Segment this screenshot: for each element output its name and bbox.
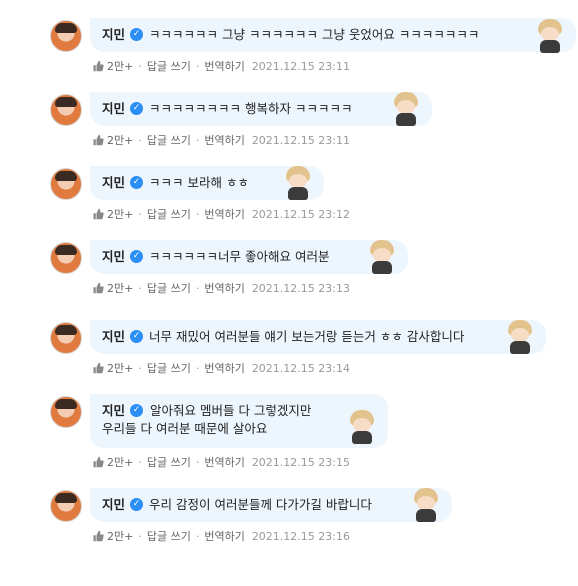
avatar[interactable] [50,242,82,274]
timestamp: 2021.12.15 23:12 [251,207,350,221]
translate-link[interactable]: 번역하기 [204,454,244,470]
comment-bubble: 지민 ✓ ㅋㅋㅋㅋㅋㅋ 그냥 ㅋㅋㅋㅋㅋㅋ 그냥 웃었어요 ㅋㅋㅋㅋㅋㅋㅋ [90,18,576,53]
chibi-sticker [390,92,422,126]
translate-link[interactable]: 번역하기 [204,528,244,544]
verified-check-icon: ✓ [130,28,144,41]
comment-bubble: 지민 ✓ 알아줘요 멤버들 다 그렇겠지만 우리들 다 여러분 때문에 살아요 [90,394,388,448]
author-name[interactable]: 지민 [102,174,125,192]
reply-link[interactable]: 답글 쓰기 [147,58,191,74]
comment-bubble: 지민 ✓ ㅋㅋㅋㅋㅋㅋ너무 좋아해요 여러분 [90,240,408,274]
chibi-sticker [346,410,378,444]
author-name[interactable]: 지민 [102,100,125,118]
avatar[interactable] [50,490,82,522]
comment-meta: 2만+ · 답글 쓰기 · 번역하기 2021.12.15 23:14 [92,360,350,376]
author-name[interactable]: 지민 [102,328,125,346]
timestamp: 2021.12.15 23:14 [251,361,350,375]
comment-bubble: 지민 ✓ 우리 감정이 여러분들께 다가가길 바랍니다 [90,488,452,522]
avatar[interactable] [50,168,82,200]
like-count: 2만+ [107,530,134,543]
thumbs-up-icon[interactable] [92,208,104,220]
avatar[interactable] [50,94,82,126]
chibi-sticker [504,320,536,354]
comment-bubble: 지민 ✓ 너무 재밌어 여러분들 얘기 보는거랑 듣는거 ㅎㅎ 감사합니다 [90,320,546,354]
comment-meta: 2만+ · 답글 쓰기 · 번역하기 2021.12.15 23:13 [92,280,350,296]
like-count: 2만+ [107,208,134,221]
comment-text: ㅋㅋㅋ 보라해 ㅎㅎ [149,175,249,190]
reply-link[interactable]: 답글 쓰기 [147,132,191,148]
reply-link[interactable]: 답글 쓰기 [147,454,191,470]
avatar[interactable] [50,20,82,52]
timestamp: 2021.12.15 23:11 [251,133,350,147]
thumbs-up-icon[interactable] [92,530,104,542]
chibi-sticker [282,166,314,200]
thumbs-up-icon[interactable] [92,456,104,468]
translate-link[interactable]: 번역하기 [204,58,244,74]
comment-text: ㅋㅋㅋㅋㅋㅋ너무 좋아해요 여러분 [149,249,330,264]
timestamp: 2021.12.15 23:11 [251,59,350,73]
thumbs-up-icon[interactable] [92,282,104,294]
author-name[interactable]: 지민 [102,248,125,266]
like-count: 2만+ [107,60,134,73]
like-count: 2만+ [107,362,134,375]
thumbs-up-icon[interactable] [92,362,104,374]
comment-meta: 2만+ · 답글 쓰기 · 번역하기 2021.12.15 23:11 [92,132,350,148]
timestamp: 2021.12.15 23:15 [251,455,350,469]
chibi-sticker [410,488,442,522]
thumbs-up-icon[interactable] [92,134,104,146]
thumbs-up-icon[interactable] [92,60,104,72]
comment-text: 우리 감정이 여러분들께 다가가길 바랍니다 [149,497,372,512]
verified-check-icon: ✓ [130,250,144,263]
reply-link[interactable]: 답글 쓰기 [147,280,191,296]
comment-text: 알아줘요 멤버들 다 그렇겠지만 우리들 다 여러분 때문에 살아요 [102,403,312,436]
avatar[interactable] [50,322,82,354]
comment-bubble: 지민 ✓ ㅋㅋㅋㅋㅋㅋㅋㅋ 행복하자 ㅋㅋㅋㅋㅋ [90,92,432,126]
translate-link[interactable]: 번역하기 [204,280,244,296]
comment-meta: 2만+ · 답글 쓰기 · 번역하기 2021.12.15 23:15 [92,454,350,470]
comment-meta: 2만+ · 답글 쓰기 · 번역하기 2021.12.15 23:11 [92,58,350,74]
timestamp: 2021.12.15 23:13 [251,281,350,295]
author-name[interactable]: 지민 [102,496,125,514]
chibi-sticker [366,240,398,274]
comment-bubble: 지민 ✓ ㅋㅋㅋ 보라해 ㅎㅎ [90,166,324,200]
avatar[interactable] [50,396,82,428]
translate-link[interactable]: 번역하기 [204,206,244,222]
verified-check-icon: ✓ [130,102,144,115]
timestamp: 2021.12.15 23:16 [251,529,350,543]
translate-link[interactable]: 번역하기 [204,360,244,376]
reply-link[interactable]: 답글 쓰기 [147,528,191,544]
like-count: 2만+ [107,282,134,295]
verified-check-icon: ✓ [130,176,144,189]
comment-meta: 2만+ · 답글 쓰기 · 번역하기 2021.12.15 23:12 [92,206,350,222]
verified-check-icon: ✓ [130,498,144,511]
verified-check-icon: ✓ [130,330,144,343]
reply-link[interactable]: 답글 쓰기 [147,360,191,376]
comment-text: 너무 재밌어 여러분들 얘기 보는거랑 듣는거 ㅎㅎ 감사합니다 [149,329,465,344]
comment-text: ㅋㅋㅋㅋㅋㅋ 그냥 ㅋㅋㅋㅋㅋㅋ 그냥 웃었어요 ㅋㅋㅋㅋㅋㅋㅋ [149,27,480,42]
reply-link[interactable]: 답글 쓰기 [147,206,191,222]
translate-link[interactable]: 번역하기 [204,132,244,148]
author-name[interactable]: 지민 [102,26,125,44]
chibi-sticker [534,19,566,53]
comment-meta: 2만+ · 답글 쓰기 · 번역하기 2021.12.15 23:16 [92,528,350,544]
like-count: 2만+ [107,456,134,469]
like-count: 2만+ [107,134,134,147]
comment-text: ㅋㅋㅋㅋㅋㅋㅋㅋ 행복하자 ㅋㅋㅋㅋㅋ [149,101,353,116]
